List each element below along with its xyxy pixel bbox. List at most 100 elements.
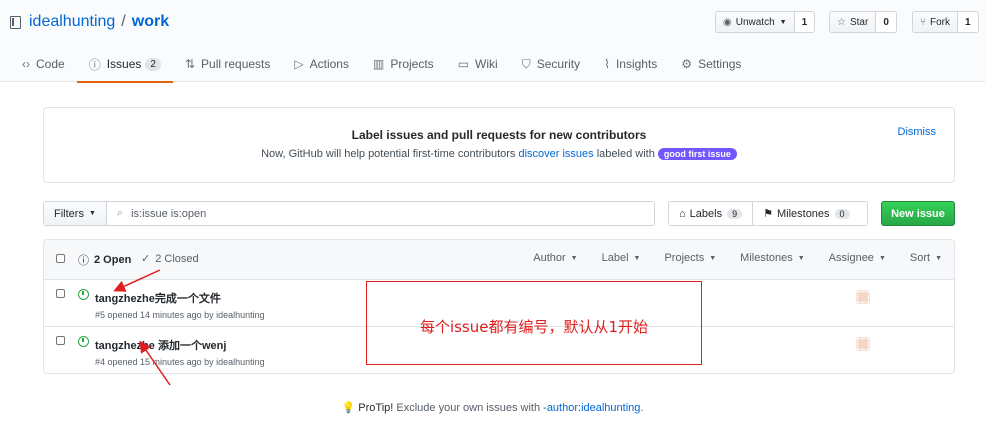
filters-dropdown[interactable]: Filters ▼ <box>44 202 107 225</box>
issue-title-link[interactable]: tangzhezhe完成一个文件 <box>95 290 221 306</box>
protip-link[interactable]: -author:idealhunting <box>543 402 640 414</box>
annotation-box: 每个issue都有编号，默认从1开始 <box>366 281 702 365</box>
dismiss-banner-link[interactable]: Dismiss <box>898 126 937 138</box>
issue-checkbox[interactable] <box>56 336 65 345</box>
filter-label: Author <box>533 252 566 264</box>
star-icon: ☆ <box>837 16 846 28</box>
label-filter[interactable]: Label ▼ <box>602 252 641 264</box>
protip: 💡 ProTip! Exclude your own issues with -… <box>0 401 985 414</box>
issue-title-link[interactable]: tangzhezhe 添加一个wenj <box>95 337 226 353</box>
new-issue-button[interactable]: New issue <box>881 201 955 226</box>
repo-nav-tabs: ‹› Code ⓘ Issues 2 ⇅ Pull requests ▷ Actions … <box>0 46 753 83</box>
repo-icon <box>10 15 21 29</box>
filter-label: Milestones <box>740 252 793 264</box>
tab-security[interactable]: ⛉ Security <box>510 46 592 82</box>
milestones-count: 0 <box>834 208 850 219</box>
assignee-avatar[interactable] <box>856 337 870 351</box>
star-button-group: ☆ Star 0 <box>829 11 897 33</box>
tab-label: Wiki <box>475 57 498 71</box>
tab-wiki[interactable]: ▭ Wiki <box>446 46 510 82</box>
annotation-text: 每个issue都有编号，默认从1开始 <box>419 318 649 336</box>
watch-button-group: ◉ Unwatch ▼ 1 <box>715 11 816 33</box>
issue-list-header: ⓘ 2 Open ✓ 2 Closed Author ▼ Label ▼ Project… <box>44 240 954 280</box>
tab-label: Projects <box>390 57 434 71</box>
issue-search-input[interactable] <box>131 207 532 220</box>
tab-settings[interactable]: ⚙ Settings <box>669 46 753 82</box>
tab-actions[interactable]: ▷ Actions <box>282 46 361 82</box>
assignee-filter[interactable]: Assignee ▼ <box>829 252 886 264</box>
good-first-issue-label[interactable]: good first issue <box>657 148 737 160</box>
milestone-icon: ⚑ <box>763 208 773 220</box>
check-icon: ✓ <box>141 253 151 265</box>
issue-meta: #4 opened 15 minutes ago by idealhunting <box>95 357 265 367</box>
star-label: Star <box>849 16 869 28</box>
issue-search: ⌕ <box>107 202 654 225</box>
closed-count-label: 2 Closed <box>155 252 199 265</box>
filters-label: Filters <box>54 207 84 220</box>
tab-issues[interactable]: ⓘ Issues 2 <box>76 46 174 83</box>
filter-label: Projects <box>664 252 705 264</box>
tag-icon: ⌂ <box>679 207 686 220</box>
fork-button-group: ⑂ Fork 1 <box>912 11 979 33</box>
chevron-down-icon: ▼ <box>633 254 641 262</box>
git-pull-request-icon: ⇅ <box>184 57 196 71</box>
labels-milestones-group: ⌂ Labels 9 ⚑ Milestones 0 <box>668 201 868 226</box>
repo-header: idealhunting / work ◉ Unwatch ▼ 1 ☆ Star 0 … <box>0 0 985 83</box>
repo-separator: / <box>121 13 126 30</box>
banner-title: Label issues and pull requests for new c… <box>351 128 647 142</box>
graph-icon: ⌇ <box>604 57 610 71</box>
repo-title: idealhunting / work <box>10 13 169 31</box>
open-count-label: 2 Open <box>94 254 132 266</box>
tab-label: Code <box>36 57 65 71</box>
tab-pull-requests[interactable]: ⇅ Pull requests <box>173 46 282 82</box>
chevron-down-icon: ▼ <box>779 18 787 26</box>
assignee-avatar[interactable] <box>856 290 870 304</box>
repo-name-link[interactable]: work <box>132 13 169 31</box>
sort-filter[interactable]: Sort ▼ <box>910 252 942 264</box>
project-icon: ▥ <box>372 57 385 71</box>
tab-code[interactable]: ‹› Code <box>0 46 77 82</box>
tab-label: Security <box>536 57 581 71</box>
tab-insights[interactable]: ⌇ Insights <box>592 46 669 82</box>
projects-filter[interactable]: Projects ▼ <box>664 252 716 264</box>
labels-label: Labels <box>689 207 723 220</box>
protip-text: Exclude your own issues with <box>396 402 541 414</box>
filter-label: Sort <box>909 252 931 264</box>
protip-label: ProTip! <box>358 402 394 414</box>
fork-count[interactable]: 1 <box>958 12 978 32</box>
issue-meta: #5 opened 14 minutes ago by idealhunting <box>95 310 265 320</box>
closed-issues-toggle[interactable]: ✓ 2 Closed <box>141 252 199 266</box>
author-filter[interactable]: Author ▼ <box>533 252 577 264</box>
watch-button[interactable]: ◉ Unwatch ▼ <box>716 12 795 32</box>
milestones-button[interactable]: ⚑ Milestones 0 <box>752 202 867 225</box>
chevron-down-icon: ▼ <box>935 254 942 262</box>
fork-button[interactable]: ⑂ Fork <box>913 12 958 32</box>
filter-label: Assignee <box>828 252 874 264</box>
star-button[interactable]: ☆ Star <box>830 12 877 32</box>
list-filters: Author ▼ Label ▼ Projects ▼ Milestones ▼ Ass… <box>509 252 942 264</box>
lightbulb-icon: 💡 <box>341 402 356 414</box>
milestones-filter[interactable]: Milestones ▼ <box>740 252 805 264</box>
good-first-issue-banner: Label issues and pull requests for new c… <box>43 107 955 183</box>
star-count[interactable]: 0 <box>876 12 896 32</box>
tab-projects[interactable]: ▥ Projects <box>361 46 446 82</box>
chevron-down-icon: ▼ <box>878 254 886 262</box>
repo-owner-link[interactable]: idealhunting <box>29 13 115 31</box>
shield-icon: ⛉ <box>521 56 531 71</box>
discover-issues-link[interactable]: discover issues <box>518 148 593 160</box>
labels-button[interactable]: ⌂ Labels 9 <box>669 202 753 225</box>
gear-icon: ⚙ <box>681 57 693 71</box>
banner-desc-text-2: labeled with <box>596 148 655 160</box>
issue-opened-icon: ⓘ <box>88 57 101 72</box>
eye-icon: ◉ <box>723 16 732 28</box>
select-all-checkbox[interactable] <box>56 254 65 263</box>
tab-label: Settings <box>698 57 742 71</box>
search-icon: ⌕ <box>116 207 124 219</box>
issue-opened-icon <box>78 336 89 347</box>
issues-count-badge: 2 <box>145 57 161 71</box>
open-issues-toggle[interactable]: ⓘ 2 Open <box>78 252 131 268</box>
watch-count[interactable]: 1 <box>794 12 815 32</box>
chevron-down-icon: ▼ <box>797 254 805 262</box>
play-icon: ▷ <box>294 57 304 71</box>
issue-checkbox[interactable] <box>56 289 65 298</box>
